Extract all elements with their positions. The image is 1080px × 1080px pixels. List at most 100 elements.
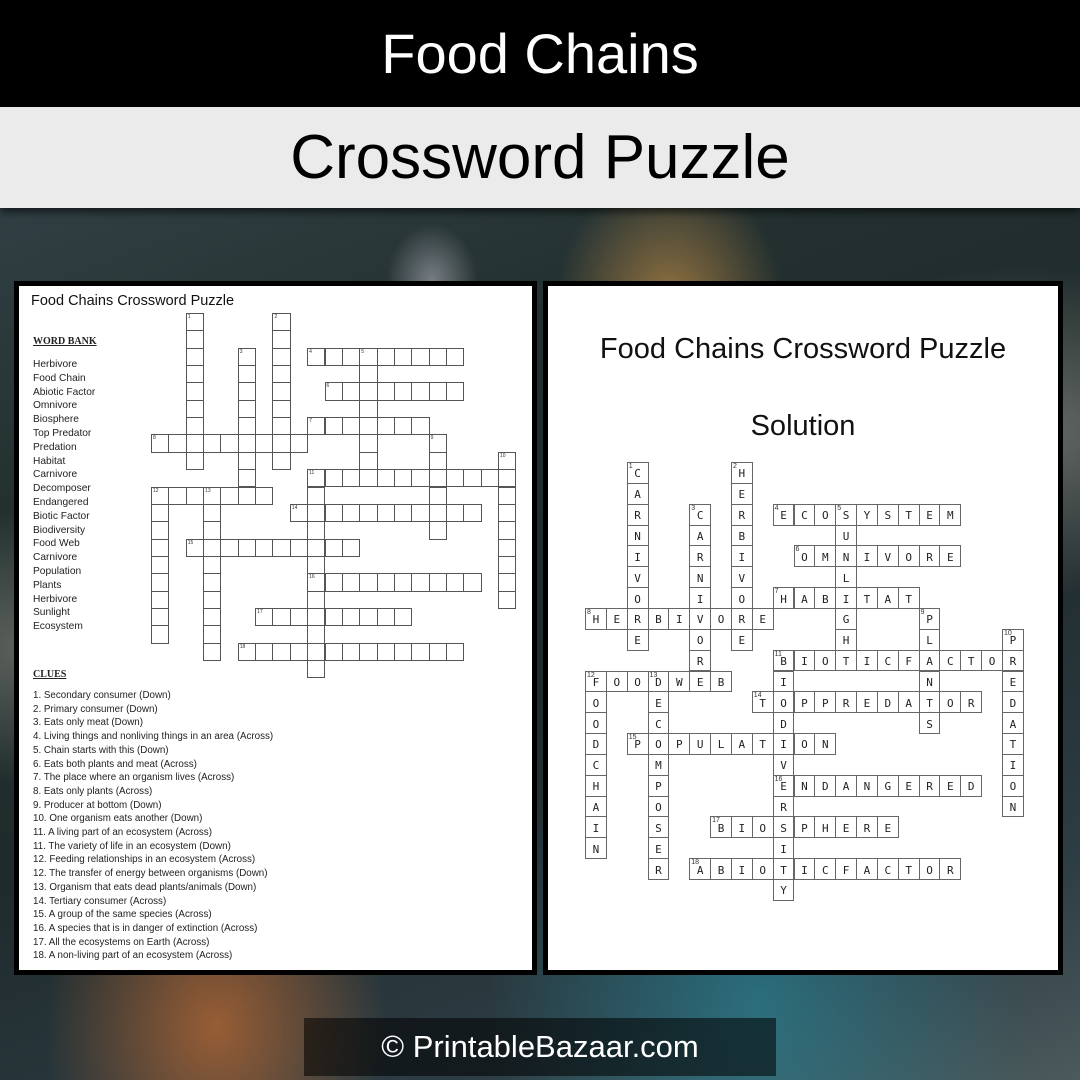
crossword-cell[interactable]	[151, 555, 170, 575]
crossword-cell[interactable]	[411, 347, 430, 367]
crossword-cell[interactable]	[445, 469, 465, 488]
crossword-cell[interactable]	[151, 521, 170, 540]
crossword-cell[interactable]	[359, 451, 378, 471]
crossword-cell[interactable]	[307, 555, 326, 575]
crossword-cell[interactable]	[289, 642, 309, 661]
crossword-cell[interactable]: 3	[237, 347, 257, 367]
crossword-cell[interactable]	[307, 538, 326, 557]
crossword-cell[interactable]	[237, 399, 257, 419]
crossword-cell[interactable]	[237, 365, 257, 384]
crossword-cell[interactable]	[151, 503, 170, 523]
crossword-cell[interactable]	[289, 607, 309, 627]
crossword-cell[interactable]	[185, 365, 205, 384]
crossword-cell[interactable]	[185, 434, 205, 453]
crossword-cell[interactable]	[376, 642, 395, 661]
crossword-cell[interactable]	[151, 625, 170, 644]
crossword-cell[interactable]	[220, 538, 239, 557]
crossword-cell[interactable]: 17	[255, 607, 274, 627]
crossword-cell[interactable]	[393, 469, 413, 488]
crossword-cell[interactable]	[220, 486, 239, 505]
crossword-cell[interactable]	[307, 625, 326, 644]
crossword-cell[interactable]	[272, 382, 291, 401]
crossword-cell[interactable]	[341, 417, 361, 436]
crossword-cell[interactable]	[376, 607, 395, 627]
crossword-cell[interactable]	[428, 642, 447, 661]
crossword-cell[interactable]	[324, 347, 343, 367]
crossword-cell[interactable]	[203, 642, 222, 661]
crossword-cell[interactable]: 10	[498, 451, 517, 471]
crossword-cell[interactable]: 1	[185, 313, 205, 332]
crossword-cell[interactable]	[445, 347, 465, 367]
crossword-cell[interactable]	[359, 503, 378, 523]
crossword-cell[interactable]	[445, 573, 465, 592]
crossword-cell[interactable]	[376, 417, 395, 436]
crossword-cell[interactable]	[428, 469, 447, 488]
crossword-cell[interactable]	[203, 555, 222, 575]
crossword-cell[interactable]	[359, 642, 378, 661]
crossword-cell[interactable]	[341, 347, 361, 367]
crossword-cell[interactable]	[428, 486, 447, 505]
crossword-cell[interactable]	[203, 607, 222, 627]
crossword-cell[interactable]	[463, 573, 482, 592]
crossword-cell[interactable]	[203, 538, 222, 557]
crossword-cell[interactable]	[307, 660, 326, 679]
crossword-cell[interactable]	[341, 382, 361, 401]
crossword-cell[interactable]	[324, 642, 343, 661]
crossword-cell[interactable]	[272, 399, 291, 419]
crossword-cell[interactable]	[272, 365, 291, 384]
crossword-cell[interactable]	[203, 590, 222, 609]
crossword-cell[interactable]	[272, 434, 291, 453]
crossword-cell[interactable]	[411, 382, 430, 401]
crossword-cell[interactable]	[185, 486, 205, 505]
crossword-cell[interactable]: 4	[307, 347, 326, 367]
crossword-cell[interactable]	[411, 642, 430, 661]
crossword-cell[interactable]	[185, 382, 205, 401]
crossword-cell[interactable]: 14	[289, 503, 309, 523]
crossword-cell[interactable]	[428, 347, 447, 367]
crossword-cell[interactable]	[393, 642, 413, 661]
crossword-cell[interactable]	[428, 521, 447, 540]
crossword-cell[interactable]	[359, 607, 378, 627]
crossword-cell[interactable]: 6	[324, 382, 343, 401]
crossword-cell[interactable]	[393, 347, 413, 367]
crossword-cell[interactable]	[324, 607, 343, 627]
crossword-cell[interactable]	[307, 642, 326, 661]
crossword-cell[interactable]	[237, 486, 257, 505]
crossword-cell[interactable]	[359, 382, 378, 401]
crossword-cell[interactable]	[272, 607, 291, 627]
crossword-cell[interactable]: 11	[307, 469, 326, 488]
crossword-cell[interactable]	[376, 347, 395, 367]
crossword-cell[interactable]	[393, 573, 413, 592]
crossword-cell[interactable]	[359, 365, 378, 384]
crossword-cell[interactable]	[498, 521, 517, 540]
crossword-cell[interactable]	[341, 469, 361, 488]
crossword-cell[interactable]	[498, 573, 517, 592]
crossword-cell[interactable]	[307, 486, 326, 505]
crossword-cell[interactable]	[324, 417, 343, 436]
crossword-cell[interactable]	[393, 417, 413, 436]
crossword-cell[interactable]	[428, 382, 447, 401]
crossword-cell[interactable]	[151, 538, 170, 557]
crossword-cell[interactable]	[203, 521, 222, 540]
crossword-cell[interactable]	[307, 590, 326, 609]
crossword-cell[interactable]	[359, 469, 378, 488]
crossword-cell[interactable]	[203, 434, 222, 453]
crossword-cell[interactable]	[359, 573, 378, 592]
crossword-cell[interactable]	[463, 503, 482, 523]
crossword-cell[interactable]: 15	[185, 538, 205, 557]
crossword-cell[interactable]	[428, 503, 447, 523]
crossword-cell[interactable]	[220, 434, 239, 453]
crossword-cell[interactable]	[341, 607, 361, 627]
crossword-cell[interactable]	[255, 434, 274, 453]
crossword-cell[interactable]: 8	[151, 434, 170, 453]
crossword-cell[interactable]	[272, 538, 291, 557]
crossword-cell[interactable]: 12	[151, 486, 170, 505]
crossword-cell[interactable]	[185, 451, 205, 471]
crossword-cell[interactable]	[359, 434, 378, 453]
crossword-cell[interactable]	[272, 417, 291, 436]
crossword-cell[interactable]	[359, 417, 378, 436]
crossword-cell[interactable]	[498, 590, 517, 609]
crossword-cell[interactable]	[341, 538, 361, 557]
crossword-cell[interactable]: 7	[307, 417, 326, 436]
crossword-cell[interactable]	[203, 625, 222, 644]
